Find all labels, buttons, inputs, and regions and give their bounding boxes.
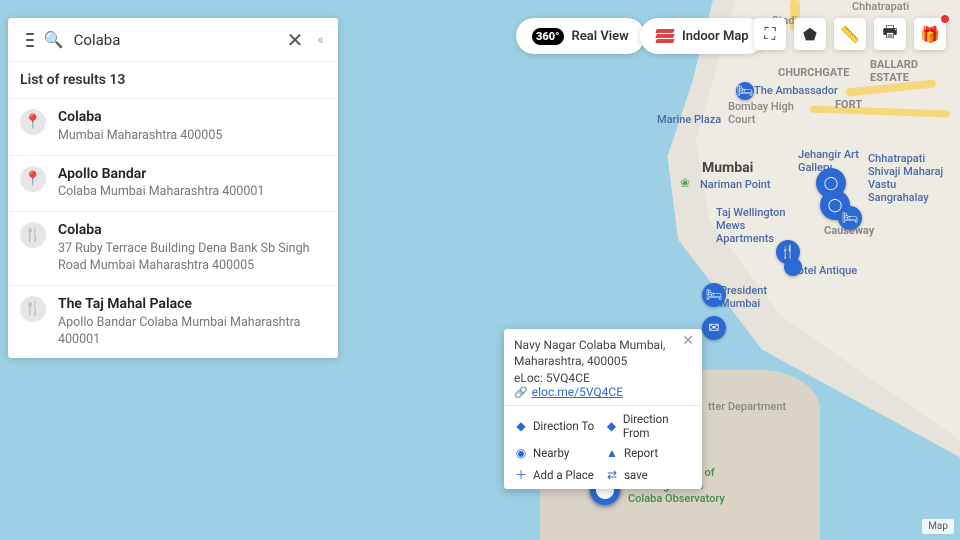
poi-mail-icon[interactable]: ✉ [702,316,726,340]
result-item[interactable]: 📍 Colaba Mumbai Maharashtra 400005 [8,99,338,156]
layers-icon [656,29,674,43]
print-button[interactable]: 🖶 [874,18,906,50]
result-subtitle: 37 Ruby Terrace Building Dena Bank Sb Si… [58,241,326,275]
search-panel: 🔍 ✕ « List of results 13 📍 Colaba Mumbai… [8,18,338,358]
diamond-icon: ◆ [605,419,618,433]
direction-from-button[interactable]: ◆Direction From [605,412,692,440]
pin-icon: 📍 [20,166,46,192]
popup-eloc-link-row: 🔗 eloc.me/5VQ4CE [514,385,692,399]
pin-icon: 📍 [20,109,46,135]
result-title: Apollo Bandar [58,166,264,183]
toolbar-square-group: ⛶ ⬟ 📏 🖶 🎁 [754,18,946,50]
home-button[interactable]: ⬟ [794,18,826,50]
search-icon: 🔍 [44,30,64,49]
result-item[interactable]: 🍴 Colaba 37 Ruby Terrace Building Dena B… [8,212,338,286]
restaurant-icon: 🍴 [20,222,46,248]
save-icon: ⇄ [605,468,619,482]
target-icon: ◉ [514,446,528,460]
plus-icon: ＋ [514,466,528,483]
popup-eloc: eLoc: 5VQ4CE [514,371,692,385]
poi-hotel-icon[interactable]: 🛏 [736,82,754,100]
link-icon: 🔗 [514,386,528,399]
nearby-button[interactable]: ◉Nearby [514,446,601,460]
indoor-map-label: Indoor Map [682,29,749,44]
result-title: Colaba [58,222,326,239]
collapse-panel-button[interactable]: « [311,32,330,48]
results-header: List of results 13 [8,62,338,99]
fullscreen-button[interactable]: ⛶ [754,18,786,50]
poi-hotel-icon[interactable]: 🛏 [838,206,862,230]
real-view-button[interactable]: 360° Real View [516,18,645,54]
park-icon: ❀ [680,176,690,190]
search-bar: 🔍 ✕ « [8,18,338,62]
save-button[interactable]: ⇄save [605,466,692,483]
report-button[interactable]: ▲Report [605,446,692,460]
360-icon: 360° [532,28,564,45]
poi-hotel-icon[interactable]: 🛏 [702,283,726,307]
ruler-button[interactable]: 📏 [834,18,866,50]
result-item[interactable]: 🍴 The Taj Mahal Palace Apollo Bandar Col… [8,286,338,359]
search-input[interactable] [68,31,279,49]
restaurant-icon: 🍴 [20,296,46,322]
popup-close-button[interactable]: ✕ [682,333,694,349]
result-item[interactable]: 📍 Apollo Bandar Colaba Mumbai Maharashtr… [8,156,338,213]
result-title: The Taj Mahal Palace [58,296,326,313]
real-view-label: Real View [572,29,629,44]
clear-search-button[interactable]: ✕ [279,28,312,52]
map-attribution: Map [922,519,954,534]
location-popup: ✕ Navy Nagar Colaba Mumbai, Maharashtra,… [504,329,702,489]
result-title: Colaba [58,109,222,126]
result-subtitle: Mumbai Maharashtra 400005 [58,128,222,145]
indoor-map-button[interactable]: Indoor Map [640,18,765,54]
result-subtitle: Colaba Mumbai Maharashtra 400001 [58,184,264,201]
result-subtitle: Apollo Bandar Colaba Mumbai Maharashtra … [58,315,326,349]
popup-eloc-link[interactable]: eloc.me/5VQ4CE [532,385,623,399]
poi-marker-icon[interactable] [784,258,802,276]
triangle-icon: ▲ [605,446,619,460]
add-place-button[interactable]: ＋Add a Place [514,466,601,483]
menu-button[interactable] [26,33,34,47]
gift-button[interactable]: 🎁 [914,18,946,50]
direction-to-button[interactable]: ◆Direction To [514,412,601,440]
diamond-icon: ◆ [514,419,528,433]
popup-address: Navy Nagar Colaba Mumbai, Maharashtra, 4… [514,337,692,369]
